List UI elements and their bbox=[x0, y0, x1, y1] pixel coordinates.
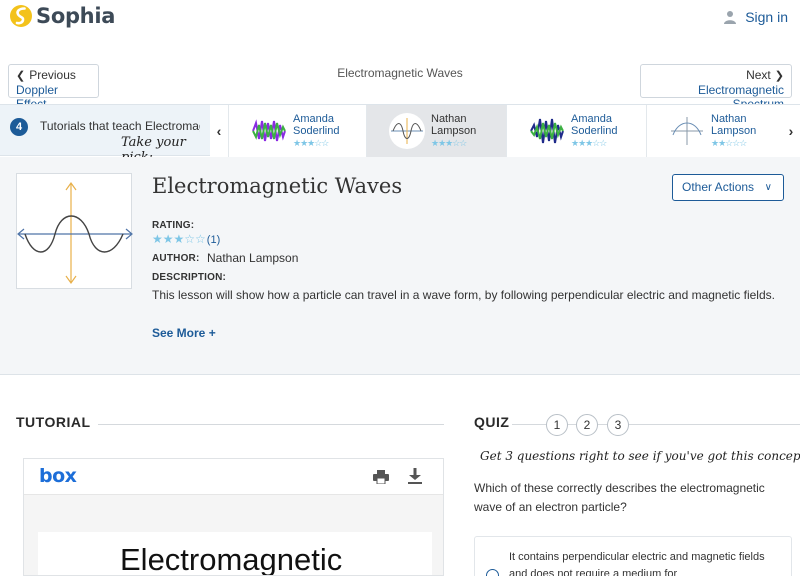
document-page: Electromagnetic bbox=[38, 532, 432, 576]
next-label-row: Next ❯ bbox=[648, 68, 784, 83]
document-viewer: box Electromagnetic bbox=[23, 458, 444, 576]
tutorial-card[interactable]: Amanda Soderlind ★★★☆☆ bbox=[228, 105, 368, 157]
site-header: Sophia Sign in bbox=[0, 0, 800, 36]
card-rating-stars: ★★★☆☆ bbox=[293, 138, 329, 148]
rating-row: ★★★☆☆(1) bbox=[152, 232, 220, 246]
tutorial-card[interactable]: Amanda Soderlind ★★★☆☆ bbox=[506, 105, 646, 157]
print-icon[interactable] bbox=[373, 470, 389, 484]
tutorial-thumbnail bbox=[251, 113, 287, 149]
page: Sophia Sign in ❮Previous Doppler Effect … bbox=[0, 0, 800, 576]
sophia-logo-icon bbox=[10, 5, 32, 27]
lesson-description: This lesson will show how a particle can… bbox=[152, 288, 775, 302]
card-meta: Nathan Lampson ★★☆☆☆ bbox=[711, 113, 756, 149]
author-label: AUTHOR: bbox=[152, 253, 200, 264]
author-name: Nathan Lampson bbox=[207, 251, 299, 265]
quiz-question-3[interactable]: 3 bbox=[607, 414, 629, 436]
person-icon bbox=[724, 11, 737, 24]
tutorial-divider bbox=[98, 424, 444, 425]
author-first: Nathan bbox=[711, 113, 747, 125]
tutorials-strip: 4 Tutorials that teach Electromagnetic W… bbox=[0, 104, 800, 165]
tutorial-heading: TUTORIAL bbox=[16, 414, 91, 430]
tutorial-thumbnail bbox=[669, 113, 705, 149]
chevron-right-icon: ❯ bbox=[774, 70, 784, 82]
author-first: Amanda bbox=[293, 113, 334, 125]
description-label: DESCRIPTION: bbox=[152, 272, 227, 283]
wave-thumbnail-icon bbox=[671, 117, 703, 145]
wave-thumbnail-icon bbox=[530, 118, 564, 144]
answer-option[interactable]: It contains perpendicular electric and m… bbox=[474, 536, 792, 576]
lesson-diagram bbox=[16, 173, 133, 289]
logo-text: Sophia bbox=[36, 4, 116, 28]
sign-in-link[interactable]: Sign in bbox=[723, 9, 788, 25]
see-more-link[interactable]: See More + bbox=[152, 326, 216, 340]
viewer-toolbar: box bbox=[24, 459, 443, 495]
card-meta: Amanda Soderlind ★★★☆☆ bbox=[571, 113, 617, 149]
rating-label: RATING: bbox=[152, 220, 195, 231]
box-logo: box bbox=[39, 465, 77, 487]
document-title-text: Electromagnetic bbox=[120, 542, 343, 576]
tutorial-thumbnail bbox=[389, 113, 425, 149]
author-last: Soderlind bbox=[571, 125, 618, 137]
lesson-overview: Electromagnetic Waves Other Actions ∨ RA… bbox=[0, 157, 800, 375]
sign-in-label: Sign in bbox=[745, 9, 788, 25]
card-rating-stars: ★★☆☆☆ bbox=[711, 138, 747, 148]
next-button[interactable]: Next❯ Electromagnetic Spectrum bbox=[640, 64, 792, 111]
author-first: Amanda bbox=[571, 113, 612, 125]
answer-radio[interactable] bbox=[486, 569, 499, 576]
card-meta: Nathan Lampson ★★★☆☆ bbox=[431, 113, 476, 149]
quiz-hint: Get 3 questions right to see if you've g… bbox=[480, 449, 800, 463]
card-rating-stars: ★★★☆☆ bbox=[571, 138, 607, 148]
strip-scroll-left-icon[interactable]: ‹ bbox=[210, 105, 228, 157]
other-actions-label: Other Actions bbox=[682, 180, 755, 194]
quiz-question-2[interactable]: 2 bbox=[576, 414, 598, 436]
rating-count[interactable]: (1) bbox=[207, 234, 220, 246]
tutorial-thumbnail bbox=[529, 113, 565, 149]
lesson-title: Electromagnetic Waves bbox=[152, 174, 403, 198]
card-meta: Amanda Soderlind ★★★☆☆ bbox=[293, 113, 339, 149]
strip-intro: 4 Tutorials that teach Electromagnetic W… bbox=[0, 105, 210, 165]
author-last: Lampson bbox=[711, 125, 757, 137]
quiz-question-text: Which of these correctly describes the e… bbox=[474, 481, 765, 514]
tutorial-count-badge: 4 bbox=[10, 118, 28, 136]
tutorial-card-active[interactable]: Nathan Lampson ★★★☆☆ bbox=[366, 105, 506, 157]
answer-text: It contains perpendicular electric and m… bbox=[509, 551, 765, 576]
quiz-question-1[interactable]: 1 bbox=[546, 414, 568, 436]
author-last: Soderlind bbox=[293, 125, 340, 137]
download-icon[interactable] bbox=[408, 468, 422, 484]
wave-thumbnail-icon bbox=[252, 119, 286, 142]
card-rating-stars: ★★★☆☆ bbox=[431, 138, 467, 148]
wave-thumbnail-icon bbox=[391, 118, 423, 144]
lesson-nav: ❮Previous Doppler Effect Electromagnetic… bbox=[0, 56, 800, 111]
chevron-down-icon: ∨ bbox=[764, 182, 772, 193]
quiz-heading: QUIZ bbox=[474, 414, 510, 430]
tutorial-card[interactable]: Nathan Lampson ★★☆☆☆ bbox=[646, 105, 782, 157]
strip-title: Tutorials that teach Electromagnetic Wav… bbox=[40, 119, 200, 133]
author-last: Lampson bbox=[431, 125, 477, 137]
other-actions-button[interactable]: Other Actions ∨ bbox=[672, 174, 784, 201]
wave-diagram-icon bbox=[17, 181, 133, 285]
strip-scroll-right-icon[interactable]: › bbox=[782, 105, 800, 157]
next-label: Next bbox=[746, 68, 771, 82]
author-first: Nathan bbox=[431, 113, 467, 125]
sophia-logo[interactable]: Sophia bbox=[10, 3, 115, 29]
rating-stars: ★★★☆☆ bbox=[152, 232, 206, 246]
